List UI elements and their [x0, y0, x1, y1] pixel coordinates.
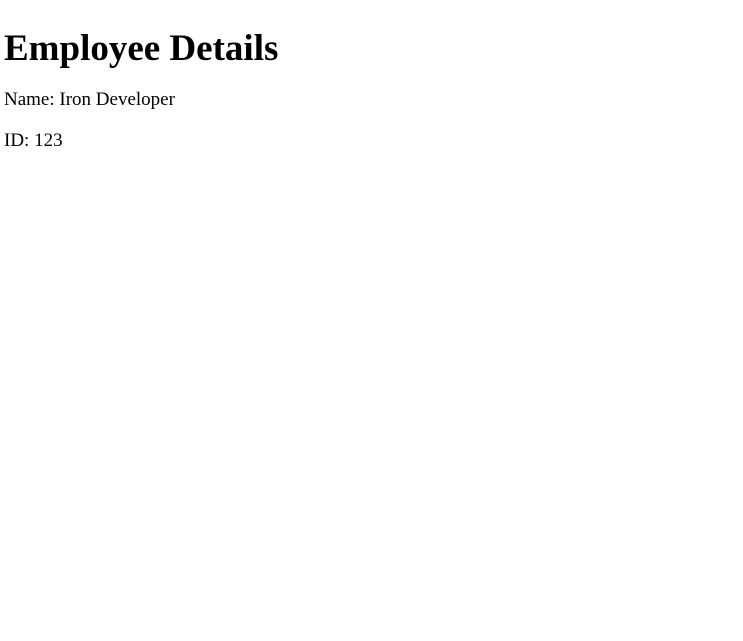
employee-name-line: Name: Iron Developer: [4, 89, 739, 111]
employee-id-line: ID: 123: [4, 130, 739, 152]
page-title: Employee Details: [4, 27, 739, 70]
